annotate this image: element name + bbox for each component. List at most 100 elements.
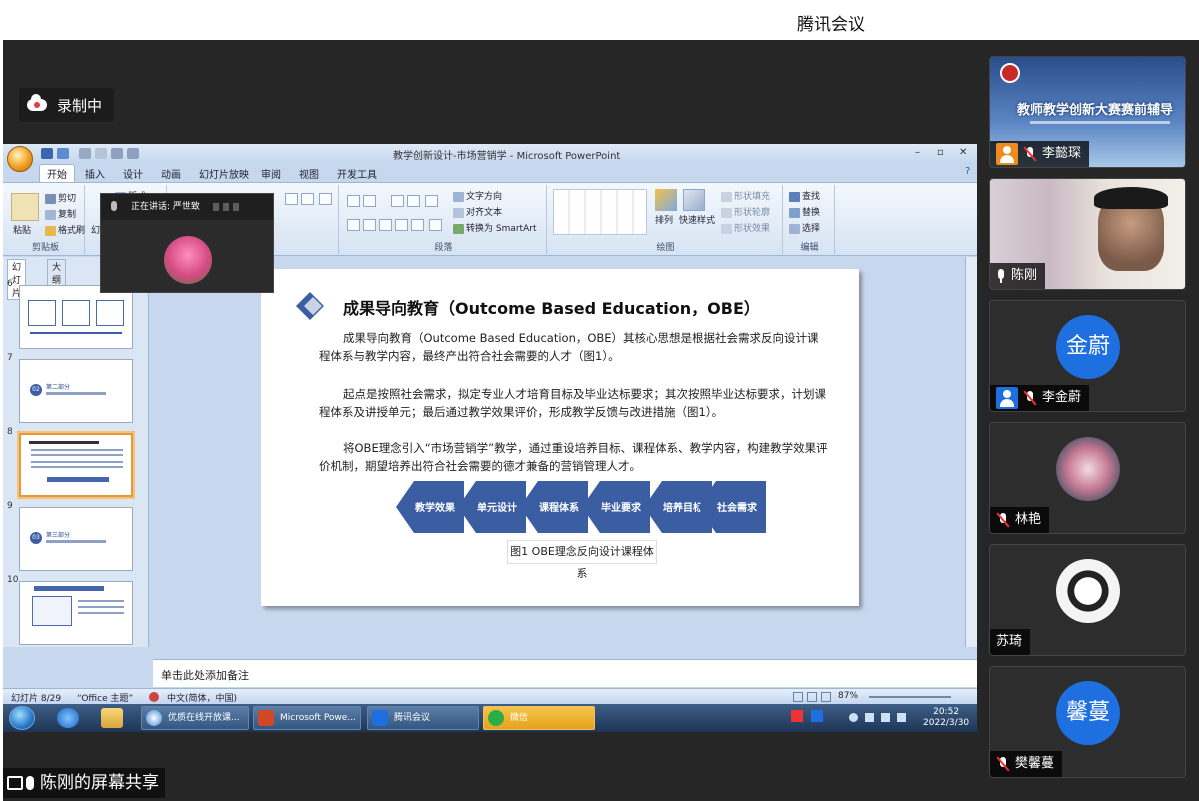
bluetooth-icon[interactable]	[849, 713, 858, 722]
grow-font-icon[interactable]	[285, 193, 298, 205]
scissors-icon	[45, 193, 56, 204]
shrink-font-icon[interactable]	[301, 193, 314, 205]
slide-thumbnail-10[interactable]	[19, 581, 133, 645]
shapes-gallery[interactable]	[553, 189, 647, 235]
drawing-group: 排列 快速样式 形状填充 形状轮廓 形状效果 绘图	[549, 185, 783, 254]
tray-icon[interactable]	[865, 713, 874, 722]
smartart-button[interactable]: 转换为 SmartArt	[453, 221, 536, 234]
tab-slideshow[interactable]: 幻灯片放映	[199, 166, 249, 181]
tab-review[interactable]: 审阅	[261, 166, 281, 181]
copy-label: 复制	[58, 210, 77, 220]
recording-indicator[interactable]: 录制中	[19, 88, 115, 122]
tab-view[interactable]: 视图	[299, 166, 319, 181]
slide-thumbnail-9[interactable]: 03 第三部分	[19, 507, 133, 571]
bullets-icon[interactable]	[347, 195, 360, 207]
participant-tile[interactable]: 金蔚 李金蔚	[989, 300, 1186, 412]
align-left-icon[interactable]	[347, 219, 360, 231]
network-icon[interactable]	[881, 713, 890, 722]
redo-icon[interactable]	[79, 148, 91, 159]
tab-insert[interactable]: 插入	[85, 166, 105, 181]
text-direction-button[interactable]: 文字方向	[453, 189, 502, 202]
slide-sorter-icon[interactable]	[807, 692, 817, 702]
decrease-indent-icon[interactable]	[391, 195, 404, 207]
taskbar-item-wechat[interactable]: 微信	[483, 706, 595, 730]
subscript-icon[interactable]	[127, 148, 139, 159]
paste-icon[interactable]	[11, 193, 39, 221]
tab-home[interactable]: 开始	[39, 164, 75, 182]
format-painter-button[interactable]: 格式刷	[45, 223, 85, 236]
align-right-icon[interactable]	[379, 219, 392, 231]
tray-clock[interactable]: 20:52 2022/3/30	[923, 707, 969, 729]
taskbar-item-powerpoint[interactable]: Microsoft Powe...	[253, 706, 361, 730]
normal-view-icon[interactable]	[793, 692, 803, 702]
new-slide-button[interactable]: 幻	[91, 223, 100, 236]
vertical-scrollbar[interactable]	[965, 257, 977, 647]
participant-tile[interactable]: 馨蔓 樊馨蔓	[989, 666, 1186, 778]
tab-developer[interactable]: 开发工具	[337, 166, 377, 181]
replace-button[interactable]: 替换	[789, 205, 820, 218]
thumb-number: 8	[7, 427, 13, 437]
taskbar-item-browser[interactable]: 优质在线开放课...	[141, 706, 249, 730]
line-spacing-icon[interactable]	[425, 195, 438, 207]
participant-name-bar: 李金蔚	[990, 385, 1090, 411]
slideshow-view-icon[interactable]	[821, 692, 831, 702]
volume-icon[interactable]	[897, 713, 906, 722]
slide-thumbnail-6[interactable]	[19, 285, 133, 349]
tab-animation[interactable]: 动画	[161, 166, 181, 181]
flow-arrow-label: 课程体系	[539, 503, 579, 514]
participant-tile[interactable]: 苏琦	[989, 544, 1186, 656]
help-icon[interactable]: ?	[965, 166, 970, 177]
slide-thumbnail-7[interactable]: 02 第二部分	[19, 359, 133, 423]
windows-taskbar: 优质在线开放课... Microsoft Powe... 腾讯会议 微信 20:…	[3, 704, 977, 732]
thumb-number: 10	[7, 575, 19, 585]
find-button[interactable]: 查找	[789, 189, 820, 202]
thumb-line	[31, 466, 123, 468]
drawing-group-label: 绘图	[656, 243, 675, 253]
increase-indent-icon[interactable]	[407, 195, 420, 207]
save-icon[interactable]	[41, 148, 53, 159]
maximize-icon[interactable]: ▫	[937, 147, 944, 158]
numbering-icon[interactable]	[363, 195, 376, 207]
slide-thumbnail-8[interactable]	[19, 433, 133, 497]
participant-name: 樊馨蔓	[1015, 756, 1055, 771]
tab-outline[interactable]: 大纲	[47, 259, 67, 287]
participant-tile[interactable]: 教师教学创新大赛赛前辅导 李懿琛	[989, 56, 1186, 168]
notes-pane[interactable]: 单击此处添加备注	[153, 659, 977, 687]
undo-icon[interactable]	[57, 148, 69, 159]
ie-icon[interactable]	[57, 708, 79, 728]
tray-app-icon[interactable]	[791, 710, 803, 722]
align-center-icon[interactable]	[363, 219, 376, 231]
slide-paragraph-1: 成果导向教育（Outcome Based Education，OBE）其核心思想…	[319, 331, 819, 363]
participant-tile[interactable]: 林艳	[989, 422, 1186, 534]
taskbar-item-tencent-meeting[interactable]: 腾讯会议	[367, 706, 479, 730]
paste-button[interactable]: 粘贴	[13, 223, 31, 236]
shape-fill-button[interactable]: 形状填充	[721, 189, 770, 202]
speaking-wave-icon	[213, 203, 243, 211]
select-button[interactable]: 选择	[789, 221, 820, 234]
quick-styles-button[interactable]: 快速样式	[679, 213, 715, 226]
start-button-icon[interactable]	[9, 706, 35, 730]
current-slide[interactable]: 成果导向教育（Outcome Based Education，OBE） 成果导向…	[261, 269, 859, 606]
minimize-icon[interactable]: –	[915, 147, 920, 158]
tray-meeting-icon[interactable]	[811, 710, 823, 722]
close-icon[interactable]: ✕	[959, 147, 967, 158]
copy-button[interactable]: 复制	[45, 207, 76, 220]
align-text-button[interactable]: 对齐文本	[453, 205, 502, 218]
spellcheck-icon[interactable]	[149, 692, 159, 702]
distribute-icon[interactable]	[411, 219, 424, 231]
participant-name-bar: 樊馨蔓	[990, 751, 1063, 777]
clear-format-icon[interactable]	[319, 193, 332, 205]
arrange-button[interactable]: 排列	[655, 213, 673, 226]
explorer-icon[interactable]	[101, 708, 123, 728]
shape-effects-button[interactable]: 形状效果	[721, 221, 770, 234]
participant-tile[interactable]: 陈刚	[989, 178, 1186, 290]
shape-outline-button[interactable]: 形状轮廓	[721, 205, 770, 218]
justify-icon[interactable]	[395, 219, 408, 231]
zoom-slider[interactable]	[869, 696, 951, 698]
cut-button[interactable]: 剪切	[45, 191, 76, 204]
tab-design[interactable]: 设计	[123, 166, 143, 181]
superscript-icon[interactable]	[111, 148, 123, 159]
columns-icon[interactable]	[429, 219, 442, 231]
zoom-level[interactable]: 87%	[838, 691, 858, 701]
print-preview-icon[interactable]	[95, 148, 107, 159]
